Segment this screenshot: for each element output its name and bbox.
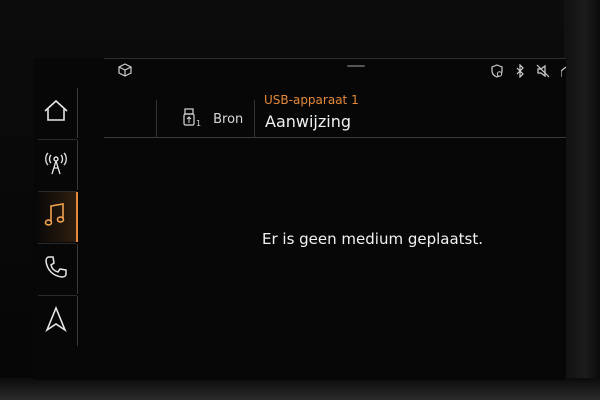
home-partial-icon	[561, 64, 566, 78]
sidebar-item-navigation[interactable]	[34, 296, 78, 346]
sidebar-item-home[interactable]	[34, 88, 78, 140]
source-button[interactable]: 1 Bron	[156, 100, 255, 138]
usb-icon	[183, 108, 195, 130]
music-note-icon	[44, 202, 66, 232]
media-header: 1 Bron USB-apparaat 1 Aanwijzing	[104, 90, 566, 138]
no-medium-message: Er is geen medium geplaatst.	[262, 230, 484, 248]
usb-index: 1	[196, 118, 202, 128]
bezel-right-edge	[564, 0, 600, 400]
bezel-bottom-edge	[0, 378, 600, 400]
sidebar	[34, 88, 78, 350]
source-button-label: Bron	[213, 111, 244, 127]
folder-name[interactable]: Aanwijzing	[265, 112, 351, 131]
muted-speaker-icon	[536, 64, 550, 78]
phone-icon	[44, 255, 68, 283]
header-divider	[104, 137, 566, 138]
location-shield-icon	[490, 64, 504, 78]
home-icon	[43, 99, 69, 127]
infotainment-screen: 1 Bron USB-apparaat 1 Aanwijzing Er is g…	[34, 58, 566, 380]
radio-antenna-icon	[43, 150, 69, 180]
bluetooth-icon	[515, 64, 525, 78]
sidebar-item-media[interactable]	[34, 192, 78, 244]
sidebar-item-radio[interactable]	[34, 140, 78, 192]
status-bar-line	[104, 58, 566, 59]
source-name: USB-apparaat 1	[264, 93, 359, 107]
package-cube-icon	[118, 62, 132, 77]
navigation-arrow-icon	[44, 305, 67, 336]
status-bar-handle[interactable]	[347, 65, 365, 67]
status-icons	[490, 64, 566, 78]
sidebar-item-phone[interactable]	[34, 244, 78, 296]
